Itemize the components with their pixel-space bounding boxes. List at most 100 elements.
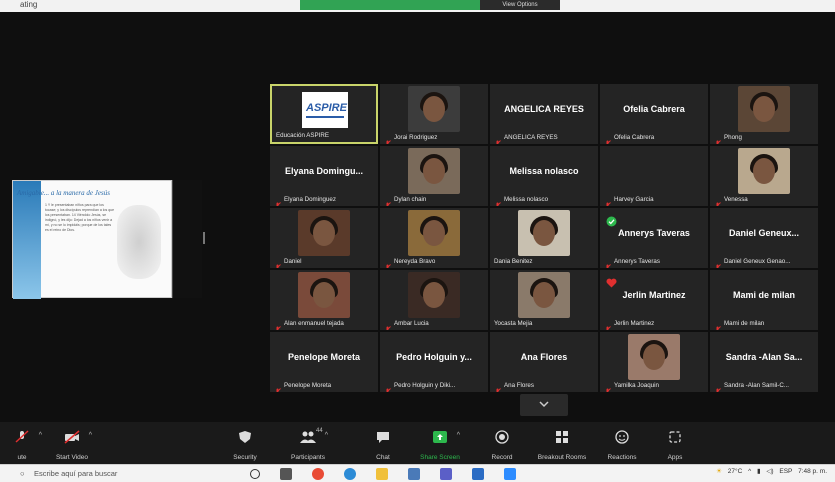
taskbar-search-box[interactable]: ○ Escribe aquí para buscar bbox=[20, 467, 240, 481]
smiley-icon bbox=[615, 430, 629, 444]
windows-taskbar: ○ Escribe aquí para buscar ☀ 27°C ^ ▮ ◁) … bbox=[0, 464, 835, 482]
participant-tile[interactable]: Ana Flores Ana Flores bbox=[490, 332, 598, 392]
caret-up-icon[interactable]: ^ bbox=[457, 432, 460, 439]
clock[interactable]: 7:48 p. m. bbox=[798, 468, 827, 475]
participant-tile[interactable]: Yamilka Joaquin bbox=[600, 332, 708, 392]
apps-button[interactable]: Apps bbox=[645, 426, 705, 462]
language-indicator[interactable]: ESP bbox=[779, 468, 792, 475]
mic-muted-icon bbox=[274, 382, 281, 392]
chat-button[interactable]: Chat bbox=[353, 426, 413, 462]
participant-tile[interactable]: Jerlin Martinez Jerlin Martinez bbox=[600, 270, 708, 330]
mic-muted-icon bbox=[714, 258, 721, 268]
participant-video bbox=[518, 210, 570, 256]
chevron-up-icon[interactable]: ^ bbox=[748, 468, 751, 475]
security-button[interactable]: Security bbox=[215, 426, 275, 462]
share-screen-button[interactable]: Share Screen ^ bbox=[410, 426, 470, 462]
participant-name-label: Ambar Lucia bbox=[394, 320, 429, 327]
teams-icon[interactable] bbox=[440, 468, 452, 480]
search-placeholder: Escribe aquí para buscar bbox=[34, 469, 118, 478]
participant-tile[interactable]: Phong bbox=[710, 84, 818, 144]
mic-muted-icon bbox=[15, 430, 29, 443]
breakout-rooms-button[interactable]: Breakout Rooms bbox=[532, 426, 592, 462]
participant-tile[interactable]: Harvey Garcia bbox=[600, 146, 708, 206]
participant-face bbox=[423, 158, 445, 184]
slide-illustration bbox=[117, 205, 161, 279]
mic-muted-icon bbox=[604, 320, 611, 330]
participant-tile[interactable]: Jorai Rodriguez bbox=[380, 84, 488, 144]
record-button[interactable]: Record bbox=[472, 426, 532, 462]
participant-tile[interactable]: Melissa nolasco Melissa nolasco bbox=[490, 146, 598, 206]
participant-name-label: Yocasta Mejia bbox=[494, 320, 533, 327]
mic-muted-icon bbox=[494, 134, 501, 144]
participant-display-name: Sandra -Alan Sa... bbox=[725, 352, 803, 362]
gallery-next-page-button[interactable] bbox=[520, 394, 568, 416]
temperature[interactable]: 27°C bbox=[728, 468, 743, 475]
title-bar: ating View Options bbox=[0, 0, 835, 12]
participant-tile[interactable]: ASPIRE Educación ASPIRE bbox=[270, 84, 378, 144]
participant-display-name: Mami de milan bbox=[732, 290, 795, 300]
network-icon[interactable]: ▮ bbox=[757, 468, 761, 475]
shield-icon bbox=[239, 431, 251, 443]
participant-display-name: Pedro Holguin y... bbox=[396, 352, 472, 362]
participant-tile[interactable]: Sandra -Alan Sa... Sandra -Alan Samil-C..… bbox=[710, 332, 818, 392]
participant-display-name: Melissa nolasco bbox=[509, 166, 579, 176]
chat-label: Chat bbox=[376, 454, 390, 461]
share-screen-icon bbox=[433, 431, 447, 443]
edge-icon[interactable] bbox=[344, 468, 356, 480]
start-video-button[interactable]: Start Video ^ bbox=[42, 426, 102, 462]
aspire-logo-text: ASPIRE bbox=[306, 102, 347, 114]
participant-tile[interactable]: Daniel bbox=[270, 208, 378, 268]
participants-label: Participants bbox=[291, 454, 325, 461]
caret-up-icon[interactable]: ^ bbox=[89, 432, 92, 439]
participant-name-label: Dania Benitez bbox=[494, 258, 533, 265]
participant-tile[interactable]: Mami de milan Mami de milan bbox=[710, 270, 818, 330]
panel-resize-handle[interactable] bbox=[203, 232, 205, 244]
word-icon[interactable] bbox=[472, 468, 484, 480]
participant-name-label: Dylan chain bbox=[394, 196, 427, 203]
task-view-icon[interactable] bbox=[250, 469, 260, 479]
system-tray: ☀ 27°C ^ ▮ ◁) ESP 7:48 p. m. bbox=[712, 467, 827, 475]
participant-tile[interactable]: ANGELICA REYES ANGELICA REYES bbox=[490, 84, 598, 144]
zoom-icon[interactable] bbox=[504, 468, 516, 480]
participant-tile[interactable]: Daniel Geneux... Daniel Geneux Genao... bbox=[710, 208, 818, 268]
video-off-icon bbox=[64, 430, 80, 444]
participant-video bbox=[518, 272, 570, 318]
mic-muted-icon bbox=[714, 134, 721, 144]
participant-name-label: Sandra -Alan Samil-C... bbox=[724, 382, 789, 389]
participant-tile[interactable]: Ofelia Cabrera Ofelia Cabrera bbox=[600, 84, 708, 144]
widgets-icon[interactable] bbox=[280, 468, 292, 480]
participant-tile[interactable]: Alan enmanuel tejada bbox=[270, 270, 378, 330]
sharing-banner[interactable] bbox=[300, 0, 480, 10]
caret-up-icon[interactable]: ^ bbox=[325, 432, 328, 439]
aspire-logo-underline bbox=[306, 116, 344, 118]
participant-tile[interactable]: Pedro Holguin y... Pedro Holguin y Diki..… bbox=[380, 332, 488, 392]
chrome-icon[interactable] bbox=[312, 468, 324, 480]
participant-tile[interactable]: Ambar Lucia bbox=[380, 270, 488, 330]
reactions-button[interactable]: Reactions bbox=[592, 426, 652, 462]
participant-tile[interactable]: Dania Benitez bbox=[490, 208, 598, 268]
participant-tile[interactable]: Elyana Domingu... Elyana Dominguez bbox=[270, 146, 378, 206]
file-explorer-icon[interactable] bbox=[376, 468, 388, 480]
mic-muted-icon bbox=[604, 258, 611, 268]
participant-video bbox=[298, 272, 350, 318]
participant-tile[interactable]: Yocasta Mejia bbox=[490, 270, 598, 330]
weather-icon[interactable]: ☀ bbox=[716, 468, 722, 475]
participant-name-label: Venessa bbox=[724, 196, 748, 203]
participant-display-name: Ana Flores bbox=[520, 352, 568, 362]
zoom-window: ating View Options Amigable... a la mane… bbox=[0, 0, 835, 482]
breakout-rooms-icon bbox=[556, 431, 568, 443]
participant-tile[interactable]: Dylan chain bbox=[380, 146, 488, 206]
participant-tile[interactable]: Venessa bbox=[710, 146, 818, 206]
mic-muted-icon bbox=[714, 382, 721, 392]
share-screen-label: Share Screen bbox=[420, 454, 460, 461]
store-icon[interactable] bbox=[408, 468, 420, 480]
participant-tile[interactable]: Nereyda Bravo bbox=[380, 208, 488, 268]
volume-icon[interactable]: ◁) bbox=[766, 468, 773, 475]
participant-display-name: Elyana Domingu... bbox=[284, 166, 363, 176]
participant-tile[interactable]: Annerys Taveras Annerys Taveras bbox=[600, 208, 708, 268]
participants-button[interactable]: 44 Participants ^ bbox=[278, 426, 338, 462]
search-icon: ○ bbox=[20, 469, 25, 478]
participant-tile[interactable]: Penelope Moreta Penelope Moreta bbox=[270, 332, 378, 392]
mic-muted-icon bbox=[384, 258, 391, 268]
view-options-button[interactable]: View Options bbox=[480, 0, 560, 10]
